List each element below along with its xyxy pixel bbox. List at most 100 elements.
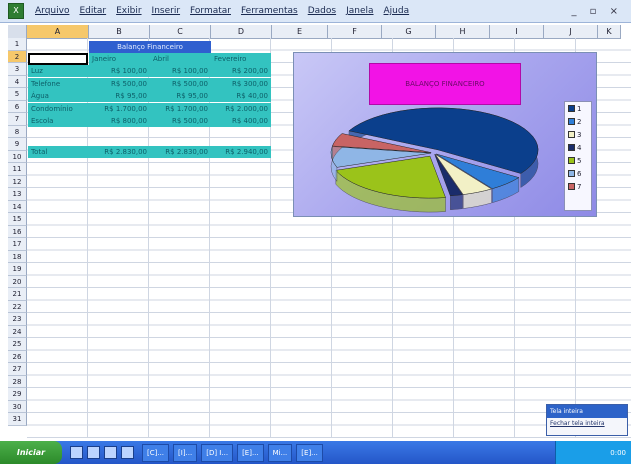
table-cell[interactable]: R$ 100,00	[150, 65, 211, 77]
legend-item[interactable]: 1	[565, 102, 591, 115]
table-cell[interactable]: R$ 200,00	[211, 65, 271, 77]
table-cell[interactable]: R$ 400,00	[211, 115, 271, 127]
menu-arquivo[interactable]: Arquivo	[30, 6, 74, 16]
row-header[interactable]: 24	[8, 325, 27, 338]
column-header-i[interactable]: I	[490, 25, 544, 38]
active-cell-a2[interactable]	[28, 53, 88, 65]
row-header[interactable]: 21	[8, 288, 27, 301]
row-header[interactable]: 17	[8, 238, 27, 251]
header-abril[interactable]: Abril	[150, 53, 211, 65]
legend-item[interactable]: 7	[565, 180, 591, 193]
row-header[interactable]: 12	[8, 175, 27, 188]
row-header[interactable]: 23	[8, 313, 27, 326]
total-fevereiro[interactable]: R$ 2.940,00	[211, 146, 271, 158]
table-cell[interactable]: R$ 800,00	[89, 115, 150, 127]
menu-janela[interactable]: Janela	[341, 6, 378, 16]
column-header-d[interactable]: D	[211, 25, 272, 38]
quick-launch-icon[interactable]	[87, 446, 100, 459]
excel-app-icon[interactable]: X	[8, 3, 24, 19]
column-header-g[interactable]: G	[382, 25, 436, 38]
window-controls[interactable]: _ ▫ ×	[571, 6, 631, 17]
row-header[interactable]: 2	[8, 50, 27, 63]
column-header-f[interactable]: F	[328, 25, 382, 38]
row-header[interactable]: 5	[8, 88, 27, 101]
row-header[interactable]: 22	[8, 300, 27, 313]
menu-dados[interactable]: Dados	[303, 6, 341, 16]
taskbar-button-5[interactable]: Mi...	[267, 443, 293, 462]
legend-item[interactable]: 3	[565, 128, 591, 141]
table-cell[interactable]: R$ 500,00	[89, 77, 150, 90]
column-header-j[interactable]: J	[544, 25, 598, 38]
taskbar-button-3[interactable]: [D] I...	[201, 443, 234, 462]
row-header[interactable]: 31	[8, 413, 27, 426]
row-header[interactable]: 10	[8, 150, 27, 163]
quick-launch-icon[interactable]	[121, 446, 134, 459]
column-header-e[interactable]: E	[272, 25, 328, 38]
header-fevereiro[interactable]: Fevereiro	[211, 53, 271, 65]
row-header[interactable]: 7	[8, 113, 27, 126]
row-header[interactable]: 19	[8, 263, 27, 276]
row-header[interactable]: 4	[8, 75, 27, 88]
row-header[interactable]: 15	[8, 213, 27, 226]
table-cell[interactable]: R$ 500,00	[150, 115, 211, 127]
row-header[interactable]: 8	[8, 125, 27, 138]
column-header-h[interactable]: H	[436, 25, 490, 38]
row-header[interactable]: 28	[8, 375, 27, 388]
table-cell[interactable]: R$ 40,00	[211, 90, 271, 102]
table-cell[interactable]: R$ 95,00	[89, 90, 150, 102]
row-label[interactable]: Luz	[28, 65, 89, 77]
menu-exibir[interactable]: Exibir	[111, 6, 146, 16]
pie-chart-object[interactable]: BALANÇO FINANCEIRO 1234567	[293, 52, 597, 217]
row-header[interactable]: 9	[8, 138, 27, 151]
legend-item[interactable]: 2	[565, 115, 591, 128]
row-label[interactable]: Água	[28, 90, 89, 102]
menu-inserir[interactable]: Inserir	[147, 6, 186, 16]
tray-clock[interactable]: 0:00	[610, 449, 626, 457]
row-header[interactable]: 30	[8, 400, 27, 413]
row-header[interactable]: 25	[8, 338, 27, 351]
row-label[interactable]: Telefone	[28, 77, 89, 90]
full-screen-toolbar-title[interactable]: Tela inteira	[547, 405, 627, 418]
row-label[interactable]: Condomínio	[28, 102, 89, 115]
row-header[interactable]: 18	[8, 250, 27, 263]
legend-item[interactable]: 5	[565, 154, 591, 167]
row-header[interactable]: 1	[8, 38, 27, 51]
quick-launch-icon[interactable]	[70, 446, 83, 459]
menu-editar[interactable]: Editar	[74, 6, 111, 16]
row-header[interactable]: 3	[8, 63, 27, 76]
pie-plot[interactable]	[314, 93, 554, 218]
column-header-a[interactable]: A	[27, 25, 89, 38]
row-header[interactable]: 20	[8, 275, 27, 288]
row-header[interactable]: 26	[8, 350, 27, 363]
taskbar-button-4[interactable]: [E]...	[237, 443, 264, 462]
column-header-c[interactable]: C	[150, 25, 211, 38]
table-cell[interactable]: R$ 500,00	[150, 77, 211, 90]
row-header[interactable]: 11	[8, 163, 27, 176]
table-cell[interactable]: R$ 300,00	[211, 77, 271, 90]
column-header-b[interactable]: B	[89, 25, 150, 38]
legend-item[interactable]: 4	[565, 141, 591, 154]
header-janeiro[interactable]: Janeiro	[89, 53, 150, 65]
total-abril[interactable]: R$ 2.830,00	[150, 146, 211, 158]
row-label[interactable]: Escola	[28, 115, 89, 127]
menu-ajuda[interactable]: Ajuda	[379, 6, 415, 16]
table-cell[interactable]: R$ 100,00	[89, 65, 150, 77]
close-full-screen-link[interactable]: Fechar tela inteira	[547, 418, 627, 429]
taskbar-button-1[interactable]: [C]...	[142, 443, 170, 462]
menu-ferramentas[interactable]: Ferramentas	[236, 6, 303, 16]
row-header[interactable]: 29	[8, 388, 27, 401]
legend-item[interactable]: 6	[565, 167, 591, 180]
table-cell[interactable]: R$ 1.700,00	[150, 102, 211, 115]
table-cell[interactable]: R$ 2.000,00	[211, 102, 271, 115]
row-header[interactable]: 13	[8, 188, 27, 201]
quick-launch-icon[interactable]	[104, 446, 117, 459]
table-cell[interactable]: R$ 1.700,00	[89, 102, 150, 115]
table-cell[interactable]: R$ 95,00	[150, 90, 211, 102]
total-label[interactable]: Total	[28, 146, 89, 158]
chart-legend[interactable]: 1 2 3 4 5 6 7	[564, 101, 592, 211]
column-header-k[interactable]: K	[598, 25, 621, 38]
select-all-corner[interactable]	[8, 25, 27, 38]
row-header[interactable]: 16	[8, 225, 27, 238]
menu-formatar[interactable]: Formatar	[185, 6, 236, 16]
row-header[interactable]: 6	[8, 100, 27, 113]
